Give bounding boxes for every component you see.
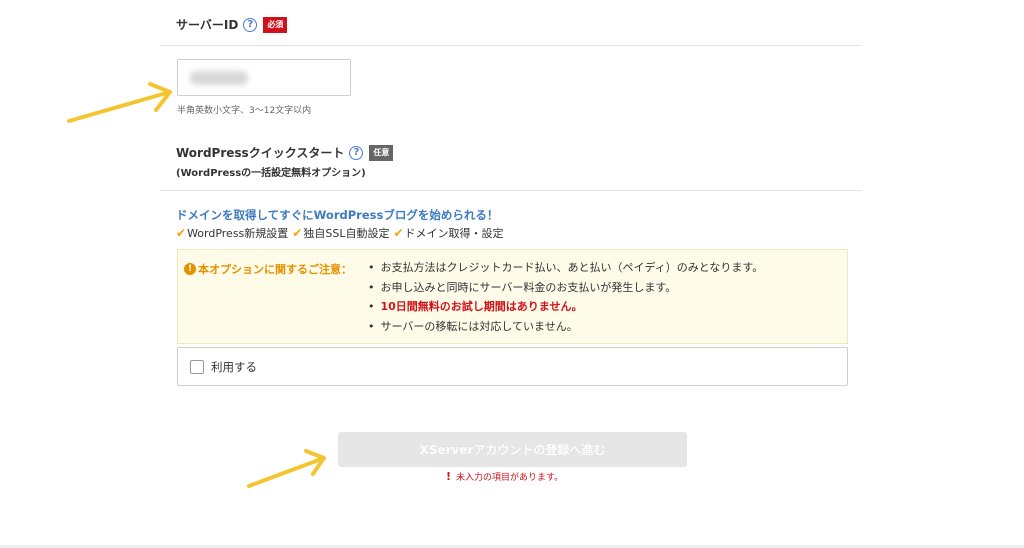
question-circle-icon[interactable]: ? [243, 17, 258, 32]
server-id-hint: 半角英数小文字、3～12文字以内 [177, 106, 312, 116]
divider [160, 45, 862, 46]
question-circle-icon[interactable]: ? [349, 145, 364, 160]
feature-list: ✔ WordPress新規設置 ✔ 独自SSL自動設定 ✔ ドメイン取得・設定 [176, 225, 508, 241]
submit-register-button[interactable]: XServerアカウントの登録へ進む [338, 432, 687, 467]
feature-item: WordPress新規設置 [187, 227, 289, 240]
exclamation-icon: ! [446, 470, 452, 483]
use-option-label: 利用する [211, 359, 257, 374]
notice-item: サーバーの移転には対応していません。 [368, 319, 763, 339]
use-option-checkbox[interactable] [190, 359, 204, 374]
optional-badge: 任意 [369, 144, 394, 161]
checkmark-icon: ✔ [292, 226, 303, 240]
use-option-field[interactable]: 利用する [177, 347, 848, 386]
server-id-label: サーバーID [176, 18, 239, 32]
wp-quickstart-label-row: WordPressクイックスタート ? 任意 [176, 144, 394, 161]
server-id-label-row: サーバーID ? 必須 [176, 16, 288, 33]
notice-list: お支払方法はクレジットカード払い、あと払い（ペイディ）のみとなります。 お申し込… [368, 260, 764, 339]
checkmark-icon: ✔ [393, 226, 404, 240]
server-id-input[interactable] [177, 59, 351, 96]
feature-item: ドメイン取得・設定 [404, 227, 504, 240]
arrow-annotation-icon [67, 82, 172, 123]
feature-item: 独自SSL自動設定 [303, 227, 390, 240]
arrow-annotation-icon [247, 449, 326, 488]
required-badge: 必須 [263, 16, 288, 33]
error-message: 未入力の項目があります。 [456, 473, 564, 483]
wp-quickstart-label: WordPressクイックスタート [176, 146, 345, 160]
wp-quickstart-subtitle: (WordPressの一括設定無料オプション) [176, 168, 366, 179]
divider [160, 190, 862, 191]
blurred-value [190, 71, 248, 85]
notice-box: ! 本オプションに関するご注意： お支払方法はクレジットカード払い、あと払い（ペ… [177, 249, 848, 344]
error-message-row: ! 未入力の項目があります。 [446, 470, 563, 483]
promo-title: ドメインを取得してすぐにWordPressブログを始められる！ [176, 208, 499, 222]
notice-item-highlight: 10日間無料のお試し期間はありません。 [368, 299, 763, 319]
notice-heading-row: ! 本オプションに関するご注意： [184, 261, 352, 277]
exclamation-circle-icon: ! [184, 263, 196, 275]
checkmark-icon: ✔ [176, 226, 187, 240]
notice-item: お支払方法はクレジットカード払い、あと払い（ペイディ）のみとなります。 [368, 260, 764, 280]
notice-item: お申し込みと同時にサーバー料金のお支払いが発生します。 [368, 280, 763, 300]
notice-heading: 本オプションに関するご注意： [198, 263, 352, 276]
